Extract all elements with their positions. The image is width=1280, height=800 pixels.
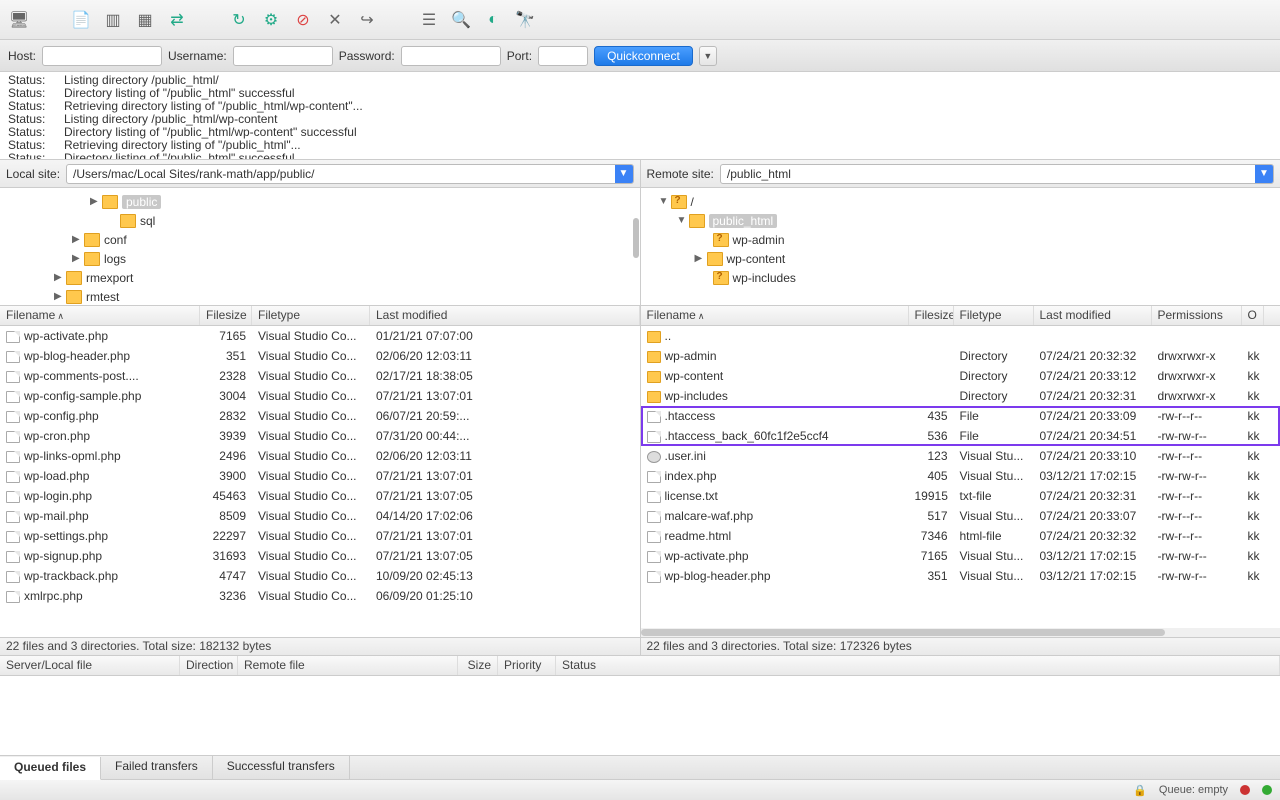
compare-icon[interactable]: ◐ [482, 9, 504, 31]
list-item[interactable]: wp-contentDirectory07/24/21 20:33:12drwx… [641, 366, 1280, 386]
username-input[interactable] [233, 46, 333, 66]
tree-item[interactable]: ▶conf [0, 230, 640, 249]
tree-item[interactable]: ▶rmexport [0, 268, 640, 287]
tree-item[interactable]: ▶logs [0, 249, 640, 268]
list-item[interactable]: wp-settings.php22297Visual Studio Co...0… [0, 526, 640, 546]
list-item[interactable]: xmlrpc.php3236Visual Studio Co...06/09/2… [0, 586, 640, 606]
toggle-log-icon[interactable]: 📄 [70, 9, 92, 31]
list-item[interactable]: wp-comments-post....2328Visual Studio Co… [0, 366, 640, 386]
binoculars-icon[interactable]: 🔭 [514, 9, 536, 31]
search-icon[interactable]: 🔍 [450, 9, 472, 31]
transfer-list[interactable] [0, 676, 1280, 755]
site-manager-icon[interactable]: 🖥 [8, 9, 30, 31]
indicator-green [1262, 785, 1272, 795]
tab-failed[interactable]: Failed transfers [101, 756, 213, 779]
list-item[interactable]: wp-cron.php3939Visual Studio Co...07/31/… [0, 426, 640, 446]
list-item[interactable]: wp-config-sample.php3004Visual Studio Co… [0, 386, 640, 406]
tab-success[interactable]: Successful transfers [213, 756, 350, 779]
list-item[interactable]: wp-links-opml.php2496Visual Studio Co...… [0, 446, 640, 466]
reconnect-icon[interactable]: ↪ [356, 9, 378, 31]
remote-pane: Remote site: /public_html▼ ▼/▼public_htm… [641, 160, 1280, 655]
list-item[interactable]: license.txt19915txt-file07/24/21 20:32:3… [641, 486, 1280, 506]
password-input[interactable] [401, 46, 501, 66]
remote-hscroll[interactable] [641, 628, 1280, 637]
remote-tree[interactable]: ▼/▼public_htmlwp-admin▶wp-contentwp-incl… [641, 188, 1280, 306]
tree-item[interactable]: ▼public_html [641, 211, 1280, 230]
host-input[interactable] [42, 46, 162, 66]
list-item[interactable]: wp-mail.php8509Visual Studio Co...04/14/… [0, 506, 640, 526]
list-item[interactable]: wp-activate.php7165Visual Studio Co...01… [0, 326, 640, 346]
tree-item[interactable]: ▶wp-content [641, 249, 1280, 268]
list-item[interactable]: wp-load.php3900Visual Studio Co...07/21/… [0, 466, 640, 486]
remote-site-combo[interactable]: /public_html▼ [720, 164, 1274, 184]
status-bar: 🔒 Queue: empty [0, 780, 1280, 800]
remote-file-list[interactable]: ..wp-adminDirectory07/24/21 20:32:32drwx… [641, 326, 1280, 628]
local-list-header[interactable]: Filename∧ Filesize Filetype Last modifie… [0, 306, 640, 326]
remote-site-label: Remote site: [647, 167, 714, 181]
message-log[interactable]: Status:Listing directory /public_html/St… [0, 72, 1280, 160]
port-input[interactable] [538, 46, 588, 66]
list-item[interactable]: wp-includesDirectory07/24/21 20:32:31drw… [641, 386, 1280, 406]
list-item[interactable]: wp-config.php2832Visual Studio Co...06/0… [0, 406, 640, 426]
port-label: Port: [507, 49, 532, 63]
tree-item[interactable]: sql [0, 211, 640, 230]
list-item[interactable]: .htaccess_back_60fc1f2e5ccf4536File07/24… [641, 426, 1280, 446]
list-item[interactable]: wp-blog-header.php351Visual Studio Co...… [0, 346, 640, 366]
transfer-tabs: Queued files Failed transfers Successful… [0, 756, 1280, 780]
list-item[interactable]: wp-trackback.php4747Visual Studio Co...1… [0, 566, 640, 586]
cancel-icon[interactable]: ⊘ [292, 9, 314, 31]
toggle-queue-icon[interactable]: ▦ [134, 9, 156, 31]
list-item[interactable]: wp-blog-header.php351Visual Stu...03/12/… [641, 566, 1280, 586]
transfer-header[interactable]: Server/Local file Direction Remote file … [0, 656, 1280, 676]
list-item[interactable]: index.php405Visual Stu...03/12/21 17:02:… [641, 466, 1280, 486]
lock-icon: 🔒 [1133, 784, 1147, 797]
tree-item[interactable]: ▶rmtest [0, 287, 640, 306]
tree-item[interactable]: wp-includes [641, 268, 1280, 287]
local-file-list[interactable]: wp-activate.php7165Visual Studio Co...01… [0, 326, 640, 637]
username-label: Username: [168, 49, 227, 63]
local-status: 22 files and 3 directories. Total size: … [0, 637, 640, 655]
list-item[interactable]: wp-signup.php31693Visual Studio Co...07/… [0, 546, 640, 566]
process-queue-icon[interactable]: ⚙ [260, 9, 282, 31]
refresh-icon[interactable]: ↻ [228, 9, 250, 31]
list-item[interactable]: wp-activate.php7165Visual Stu...03/12/21… [641, 546, 1280, 566]
sync-browse-icon[interactable]: ⇄ [166, 9, 188, 31]
local-site-label: Local site: [6, 167, 60, 181]
remote-list-header[interactable]: Filename∧ Filesize Filetype Last modifie… [641, 306, 1280, 326]
tree-item[interactable]: ▼/ [641, 192, 1280, 211]
password-label: Password: [339, 49, 395, 63]
toggle-tree-icon[interactable]: ▥ [102, 9, 124, 31]
list-item[interactable]: readme.html7346html-file07/24/21 20:32:3… [641, 526, 1280, 546]
quickconnect-bar: Host: Username: Password: Port: Quickcon… [0, 40, 1280, 72]
list-item[interactable]: wp-login.php45463Visual Studio Co...07/2… [0, 486, 640, 506]
filter-icon[interactable]: ☰ [418, 9, 440, 31]
transfer-panel: Server/Local file Direction Remote file … [0, 656, 1280, 756]
disconnect-icon[interactable]: ✕ [324, 9, 346, 31]
list-item[interactable]: wp-adminDirectory07/24/21 20:32:32drwxrw… [641, 346, 1280, 366]
indicator-red [1240, 785, 1250, 795]
local-tree[interactable]: ▶publicsql▶conf▶logs▶rmexport▶rmtest [0, 188, 640, 306]
local-site-combo[interactable]: /Users/mac/Local Sites/rank-math/app/pub… [66, 164, 633, 184]
tree-item[interactable]: wp-admin [641, 230, 1280, 249]
list-item[interactable]: .user.ini123Visual Stu...07/24/21 20:33:… [641, 446, 1280, 466]
tree-item[interactable]: ▶public [0, 192, 640, 211]
list-item[interactable]: .. [641, 326, 1280, 346]
main-toolbar: 🖥 📄 ▥ ▦ ⇄ ↻ ⚙ ⊘ ✕ ↪ ☰ 🔍 ◐ 🔭 [0, 0, 1280, 40]
quickconnect-button[interactable]: Quickconnect [594, 46, 693, 66]
list-item[interactable]: malcare-waf.php517Visual Stu...07/24/21 … [641, 506, 1280, 526]
host-label: Host: [8, 49, 36, 63]
tab-queued[interactable]: Queued files [0, 757, 101, 780]
remote-status: 22 files and 3 directories. Total size: … [641, 637, 1280, 655]
quickconnect-dropdown[interactable]: ▼ [699, 46, 717, 66]
queue-status: Queue: empty [1159, 784, 1228, 796]
list-item[interactable]: .htaccess435File07/24/21 20:33:09-rw-r--… [641, 406, 1280, 426]
local-pane: Local site: /Users/mac/Local Sites/rank-… [0, 160, 641, 655]
